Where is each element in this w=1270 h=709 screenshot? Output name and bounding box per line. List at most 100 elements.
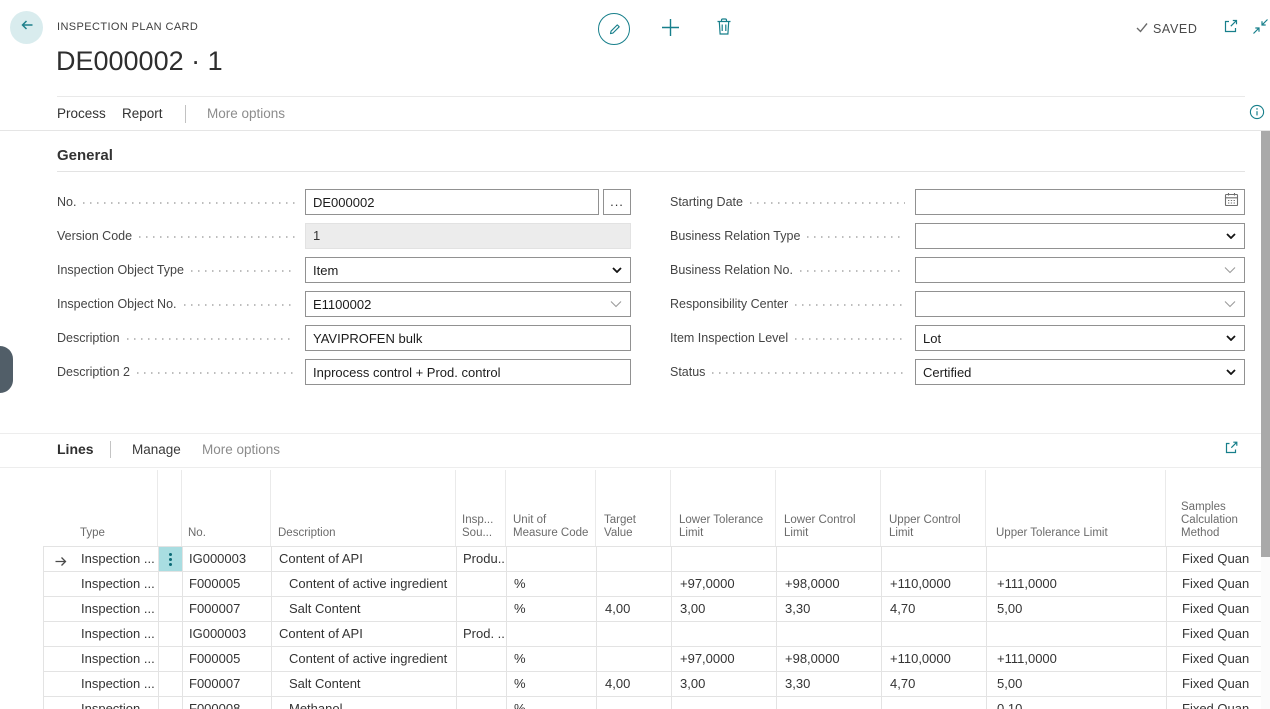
cell-uom[interactable]: % — [506, 697, 596, 709]
cell-description[interactable]: Salt Content — [271, 597, 456, 621]
cell-row-menu[interactable] — [158, 697, 182, 709]
calendar-icon[interactable] — [1224, 192, 1239, 212]
delete-button[interactable] — [714, 18, 734, 39]
cell-ucl[interactable]: +110,0000 — [881, 647, 986, 671]
cell-row-menu[interactable] — [158, 622, 182, 646]
cell-ltl[interactable] — [671, 697, 776, 709]
general-section-heading[interactable]: General — [57, 147, 113, 164]
status-select[interactable]: Certified — [915, 359, 1245, 385]
cell-type[interactable]: Inspection ... — [44, 547, 158, 571]
cell-no[interactable]: F000005 — [182, 647, 271, 671]
cell-uom[interactable]: % — [506, 647, 596, 671]
cell-target[interactable] — [596, 572, 671, 596]
cell-uom[interactable] — [506, 622, 596, 646]
cell-lcl[interactable]: +98,0000 — [776, 572, 881, 596]
cell-samples[interactable]: Fixed Quan — [1166, 547, 1270, 571]
cell-no[interactable]: IG000003 — [182, 622, 271, 646]
new-button[interactable] — [660, 19, 680, 39]
cell-uom[interactable] — [506, 547, 596, 571]
cell-ucl[interactable] — [881, 697, 986, 709]
edit-button[interactable] — [598, 13, 630, 45]
cell-target[interactable] — [596, 622, 671, 646]
cell-ucl[interactable]: 4,70 — [881, 672, 986, 696]
cell-type[interactable]: Inspection ... — [44, 697, 158, 709]
column-header-uom[interactable]: Unit of Measure Code — [505, 470, 595, 546]
column-header-lcl[interactable]: Lower Control Limit — [775, 470, 880, 546]
cell-no[interactable]: F000007 — [182, 597, 271, 621]
cell-ltl[interactable]: +97,0000 — [671, 572, 776, 596]
column-header-samples[interactable]: Samples Calculation Method — [1165, 470, 1270, 546]
cell-no[interactable]: IG000003 — [182, 547, 271, 571]
menu-item-report[interactable]: Report — [122, 106, 163, 121]
column-header-ltl[interactable]: Lower Tolerance Limit — [670, 470, 775, 546]
column-header-no[interactable]: No. — [181, 470, 270, 546]
cell-no[interactable]: F000007 — [182, 672, 271, 696]
cell-lcl[interactable] — [776, 622, 881, 646]
cell-row-menu[interactable] — [158, 647, 182, 671]
cell-description[interactable]: Content of active ingredient — [271, 572, 456, 596]
cell-source[interactable] — [456, 697, 506, 709]
cell-no[interactable]: F000005 — [182, 572, 271, 596]
cell-type[interactable]: Inspection ... — [44, 672, 158, 696]
cell-source[interactable] — [456, 572, 506, 596]
starting-date-input[interactable] — [915, 189, 1245, 215]
cell-utl[interactable] — [986, 547, 1166, 571]
vertical-scrollbar[interactable] — [1261, 131, 1270, 709]
lines-menu-more-options[interactable]: More options — [202, 442, 280, 457]
cell-ucl[interactable] — [881, 622, 986, 646]
cell-target[interactable] — [596, 647, 671, 671]
cell-utl[interactable] — [986, 622, 1166, 646]
cell-ucl[interactable]: 4,70 — [881, 597, 986, 621]
column-header-target[interactable]: Target Value — [595, 470, 670, 546]
cell-ltl[interactable]: 3,00 — [671, 672, 776, 696]
cell-samples[interactable]: Fixed Quan — [1166, 672, 1270, 696]
cell-type[interactable]: Inspection ... — [44, 597, 158, 621]
cell-uom[interactable]: % — [506, 597, 596, 621]
cell-source[interactable] — [456, 597, 506, 621]
cell-description[interactable]: Content of API — [271, 547, 456, 571]
cell-utl[interactable]: +111,0000 — [986, 647, 1166, 671]
cell-samples[interactable]: Fixed Quan — [1166, 647, 1270, 671]
cell-source[interactable]: Prod. ... — [456, 622, 506, 646]
lines-tab[interactable]: Lines — [57, 441, 94, 457]
info-button[interactable] — [1249, 105, 1265, 121]
menu-item-more-options[interactable]: More options — [207, 106, 285, 121]
description-2-input[interactable] — [305, 359, 631, 385]
cell-target[interactable]: 4,00 — [596, 597, 671, 621]
cell-utl[interactable]: 0,10 — [986, 697, 1166, 709]
back-button[interactable] — [10, 11, 43, 44]
cell-description[interactable]: Content of API — [271, 622, 456, 646]
cell-ucl[interactable]: +110,0000 — [881, 572, 986, 596]
item-inspection-level-select[interactable]: Lot — [915, 325, 1245, 351]
assist-edit-button[interactable]: ... — [603, 189, 631, 215]
responsibility-center-lookup[interactable] — [915, 291, 1245, 317]
cell-samples[interactable]: Fixed Quan — [1166, 572, 1270, 596]
cell-row-menu[interactable] — [158, 672, 182, 696]
no-input[interactable] — [305, 189, 599, 215]
cell-ucl[interactable] — [881, 547, 986, 571]
cell-lcl[interactable] — [776, 547, 881, 571]
cell-ltl[interactable] — [671, 622, 776, 646]
cell-lcl[interactable] — [776, 697, 881, 709]
cell-uom[interactable]: % — [506, 672, 596, 696]
column-header-row-menu[interactable] — [157, 470, 181, 546]
lines-expand-button[interactable] — [1223, 441, 1239, 457]
inspection-object-type-select[interactable]: Item — [305, 257, 631, 283]
open-in-new-window-button[interactable] — [1221, 19, 1239, 37]
cell-row-menu[interactable] — [158, 572, 182, 596]
column-header-type[interactable]: Type — [43, 470, 157, 546]
cell-samples[interactable]: Fixed Quan — [1166, 597, 1270, 621]
scrollbar-thumb[interactable] — [1261, 131, 1270, 557]
cell-ltl[interactable] — [671, 547, 776, 571]
business-relation-no-lookup[interactable] — [915, 257, 1245, 283]
cell-row-menu[interactable] — [158, 597, 182, 621]
cell-utl[interactable]: 5,00 — [986, 597, 1166, 621]
cell-type[interactable]: Inspection ... — [44, 647, 158, 671]
cell-description[interactable]: Salt Content — [271, 672, 456, 696]
cell-ltl[interactable]: 3,00 — [671, 597, 776, 621]
cell-no[interactable]: F000008 — [182, 697, 271, 709]
business-relation-type-select[interactable] — [915, 223, 1245, 249]
column-header-description[interactable]: Description — [270, 470, 455, 546]
cell-row-menu[interactable] — [158, 547, 182, 571]
cell-target[interactable] — [596, 697, 671, 709]
